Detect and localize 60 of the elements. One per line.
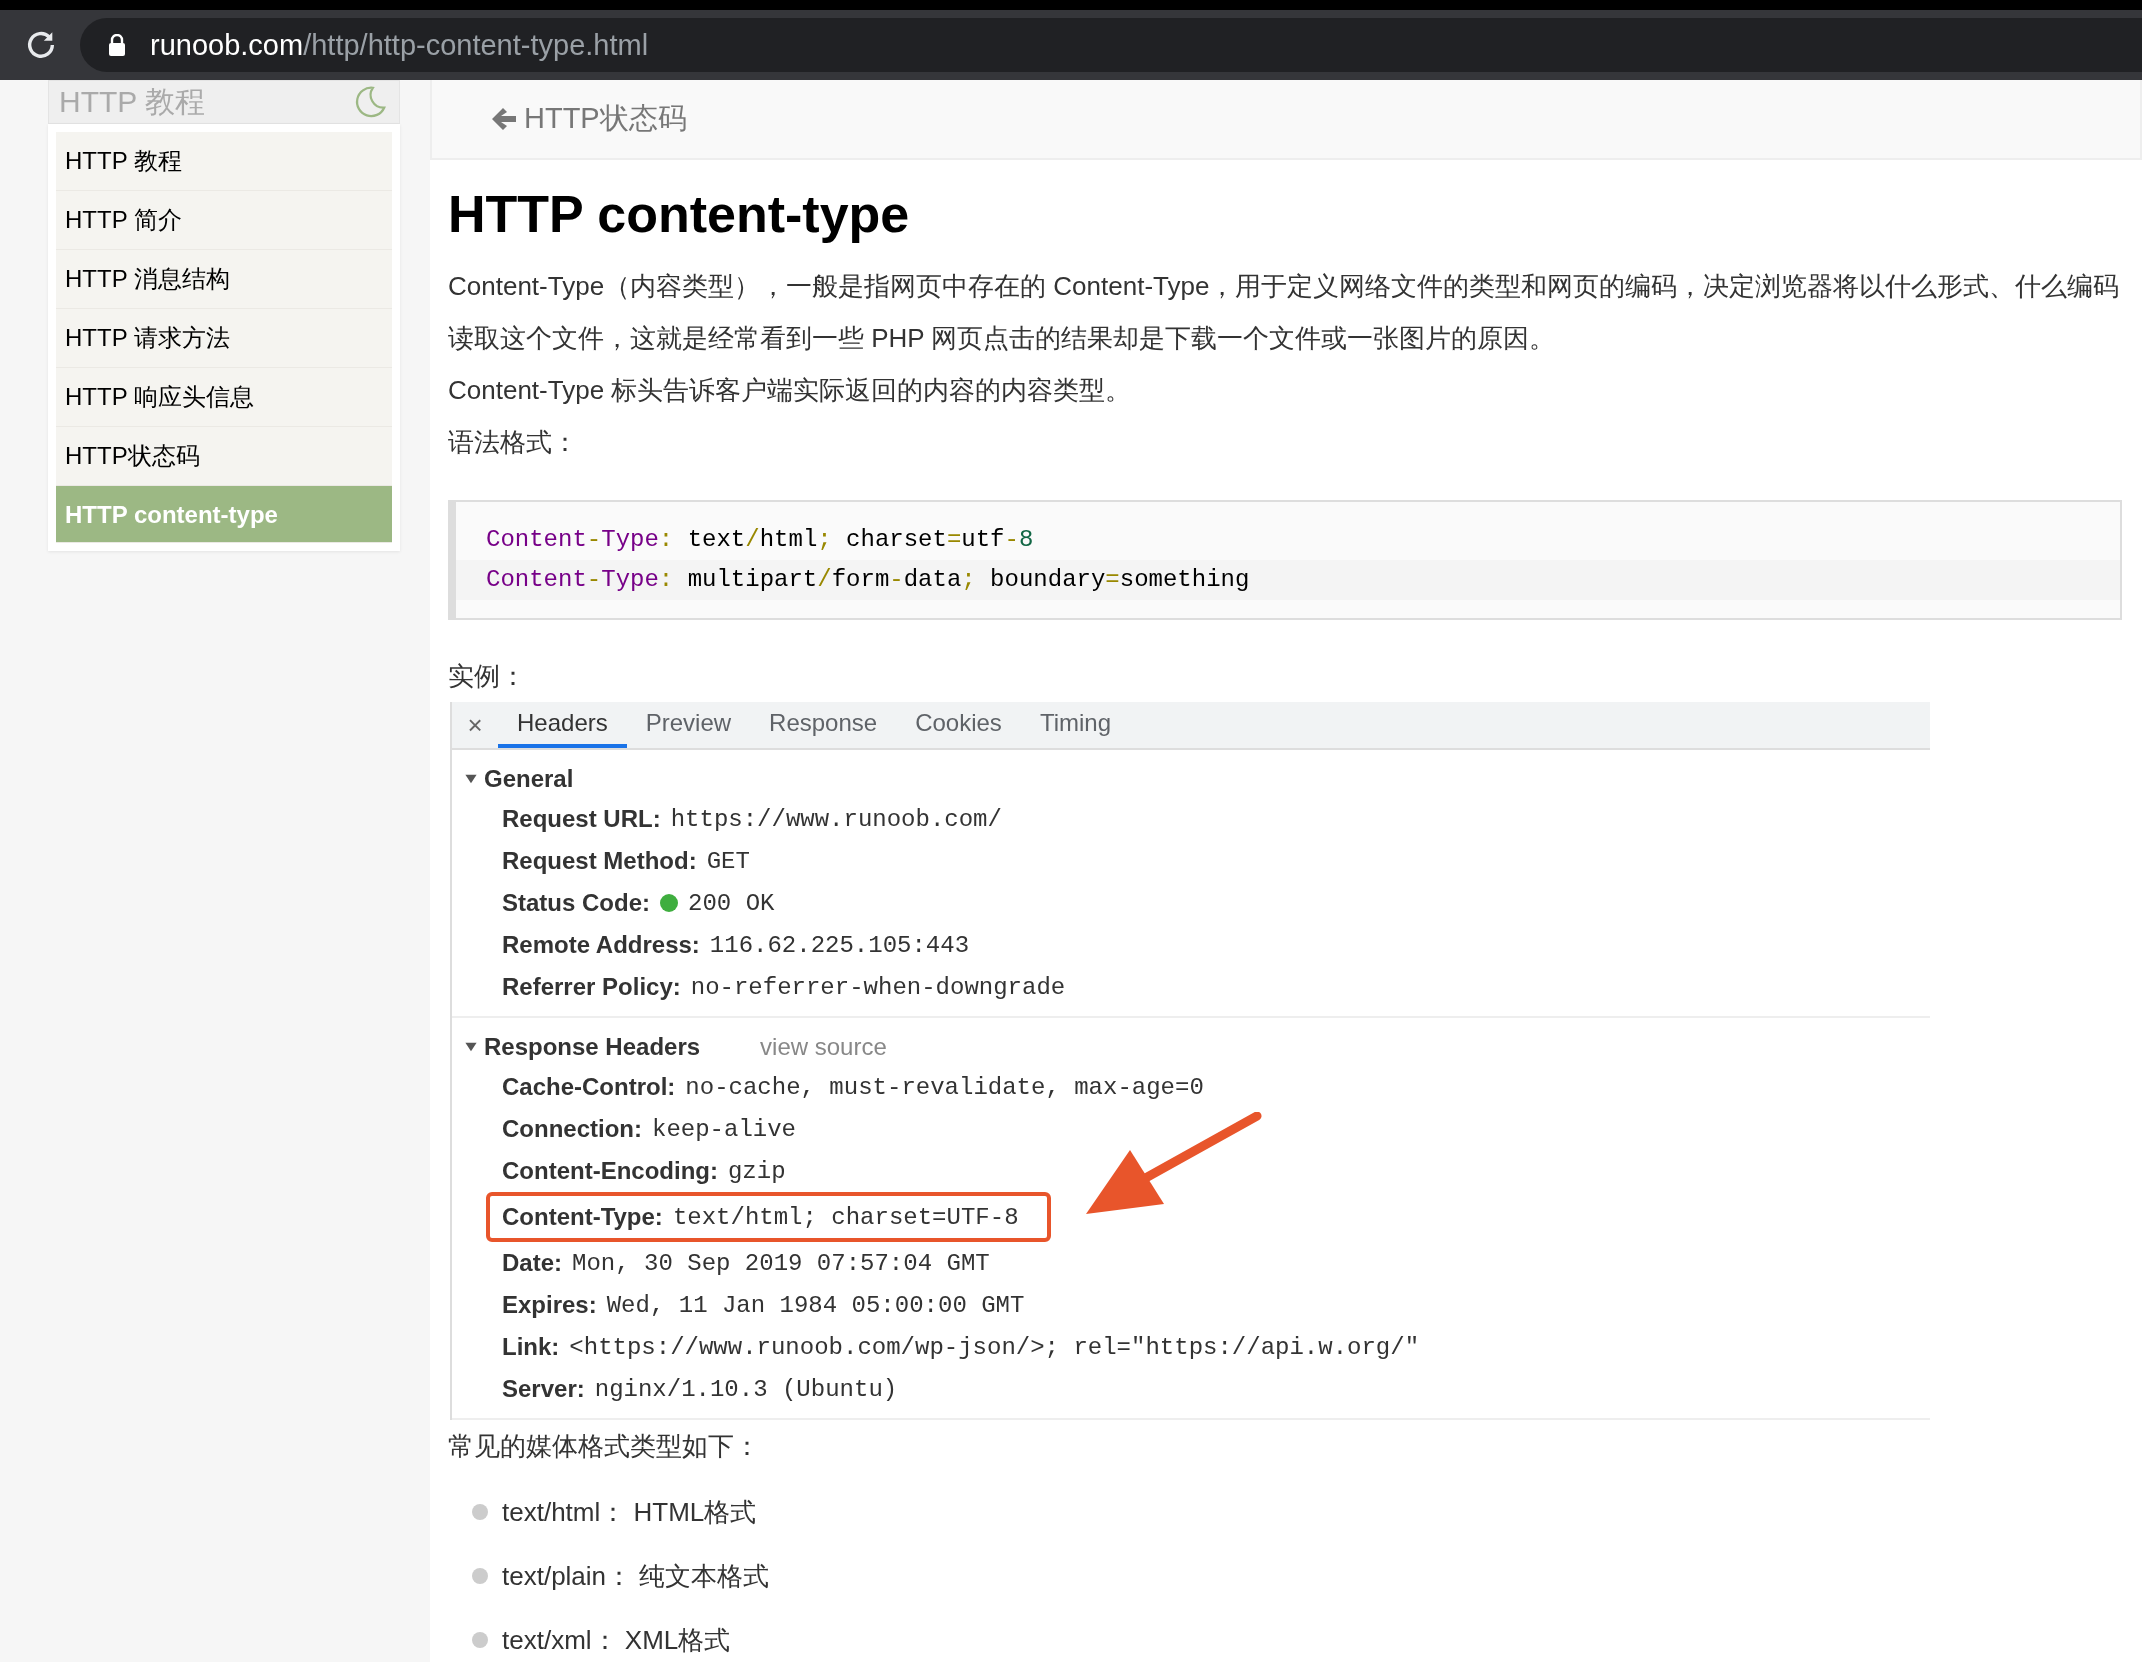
tab[interactable]: Timing — [1020, 702, 1130, 748]
list-item-text: text/xml： XML格式 — [502, 1623, 731, 1657]
paragraph: Content-Type 标头告诉客户端实际返回的内容的内容类型。 — [448, 374, 1133, 407]
list-item-text: text/plain： 纯文本格式 — [502, 1559, 770, 1593]
header-name: Server: — [502, 1375, 585, 1403]
header-value: https://www.runoob.com/ — [670, 805, 1002, 833]
sidebar-title: HTTP 教程 — [59, 83, 206, 120]
close-button[interactable]: × — [452, 702, 498, 748]
section-title[interactable]: General — [484, 765, 574, 793]
view-source-link[interactable]: view source — [760, 1033, 887, 1061]
header-value: GET — [706, 847, 750, 875]
bullet-icon — [472, 1504, 488, 1520]
tab[interactable]: Cookies — [896, 702, 1021, 748]
header-value: Mon, 30 Sep 2019 07:57:04 GMT — [572, 1249, 990, 1277]
status-dot-icon — [660, 894, 678, 912]
header-value: 200 OK — [688, 889, 775, 917]
sidebar-item[interactable]: HTTP 请求方法 — [56, 309, 392, 368]
header-value: nginx/1.10.3 (Ubuntu) — [594, 1375, 898, 1403]
header-name: Content-Type: — [502, 1203, 663, 1231]
sidebar-item[interactable]: HTTP 消息结构 — [56, 250, 392, 309]
header-value: no-referrer-when-downgrade — [690, 973, 1066, 1001]
header-name: Remote Address: — [502, 931, 700, 959]
sidebar-item[interactable]: HTTP状态码 — [56, 427, 392, 486]
tab[interactable]: Headers — [498, 702, 627, 748]
left-arrow-icon — [490, 106, 518, 132]
back-link[interactable]: HTTP状态码 — [430, 80, 2142, 160]
header-name: Content-Encoding: — [502, 1157, 718, 1185]
header-name: Date: — [502, 1249, 562, 1277]
sidebar-item[interactable]: HTTP 教程 — [56, 132, 392, 191]
header-value: Wed, 11 Jan 1984 05:00:00 GMT — [606, 1291, 1025, 1319]
header-value: 116.62.225.105:443 — [709, 931, 970, 959]
section-title[interactable]: Response Headers — [484, 1033, 701, 1061]
url-text: runoob.com/http/http-content-type.html — [150, 28, 649, 62]
paragraph: 实例： — [448, 660, 527, 693]
paragraph: 语法格式： — [448, 426, 579, 459]
header-name: Status Code: — [502, 889, 650, 917]
header-value: gzip — [727, 1157, 786, 1185]
header-name: Connection: — [502, 1115, 642, 1143]
tab[interactable]: Preview — [626, 702, 751, 748]
header-name: Expires: — [502, 1291, 597, 1319]
header-name: Link: — [502, 1333, 560, 1361]
page-title: HTTP content-type — [448, 184, 911, 244]
address-bar[interactable]: runoob.com/http/http-content-type.html — [80, 18, 2142, 72]
sidebar-item[interactable]: HTTP 简介 — [56, 191, 392, 250]
header-value: keep-alive — [652, 1115, 796, 1143]
header-value: no-cache, must-revalidate, max-age=0 — [685, 1073, 1204, 1101]
header-name: Referrer Policy: — [502, 973, 681, 1001]
paragraph: Content-Type（内容类型），一般是指网页中存在的 Content-Type，用于定义网络文件的类型和网页的编码，决定浏览器将以什么形式、什么编码读取这个文件，这就是经常看到一些 PHP 网页点击的结果却是下载一个文件或一张图片的原因。 — [448, 270, 2121, 355]
lock-icon — [108, 34, 126, 56]
header-name: Request Method: — [502, 847, 697, 875]
bullet-icon — [472, 1632, 488, 1648]
sidebar-item[interactable]: HTTP 响应头信息 — [56, 368, 392, 427]
header-value: text/html; charset=UTF-8 — [672, 1203, 1019, 1231]
paragraph: 常见的媒体格式类型如下： — [448, 1430, 761, 1463]
header-name: Cache-Control: — [502, 1073, 676, 1101]
bullet-icon — [472, 1568, 488, 1584]
list-item-text: text/html： HTML格式 — [502, 1495, 757, 1529]
header-name: Request URL: — [502, 805, 661, 833]
tab[interactable]: Response — [750, 702, 897, 748]
header-value: <https://www.runoob.com/wp-json/>; rel="https://api.w.org/" — [569, 1333, 1420, 1361]
